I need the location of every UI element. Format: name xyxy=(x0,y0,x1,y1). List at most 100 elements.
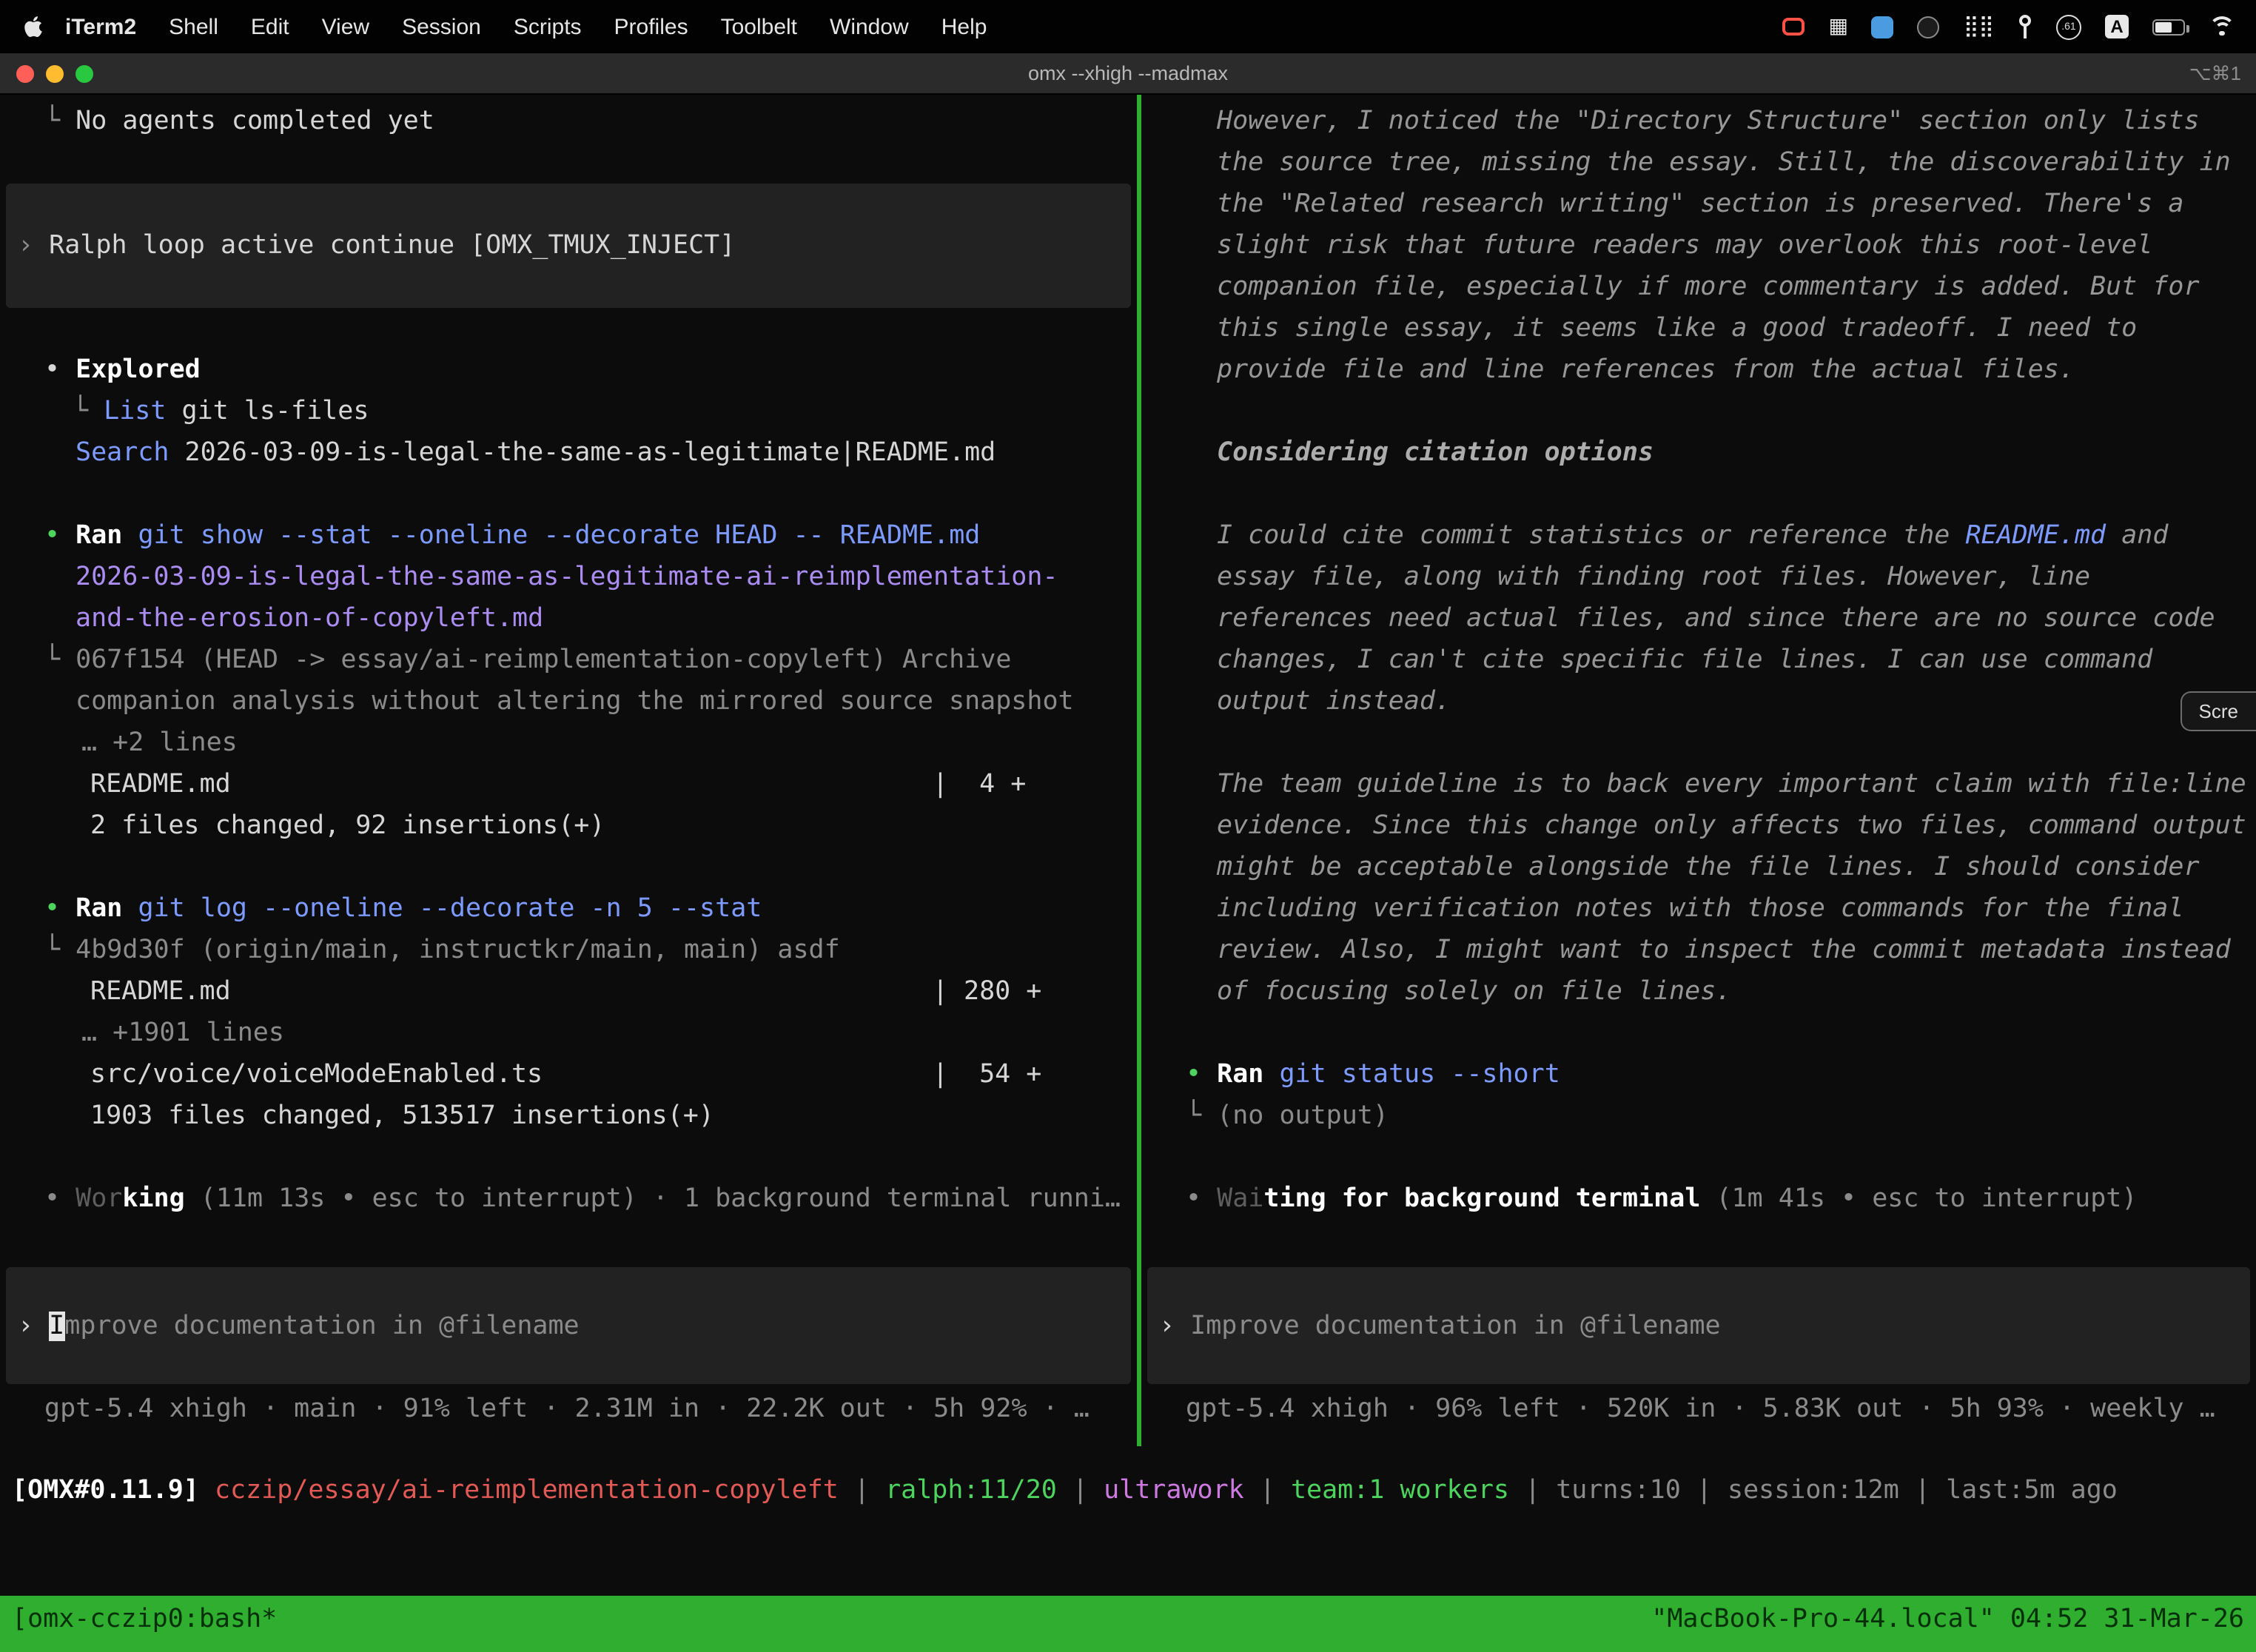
bullet: • xyxy=(44,521,75,551)
terminal: └ No agents completed yet› Ralph loop ac… xyxy=(0,95,2256,1652)
minimize-button[interactable] xyxy=(46,64,64,82)
terminal-line: and-the-erosion-of-copyleft.md xyxy=(0,598,1137,639)
menu-item-scripts[interactable]: Scripts xyxy=(497,14,598,39)
text-segment: evidence. Since this change only affects… xyxy=(1217,811,2246,841)
ran-git-log-header: • Ran git log --oneline --decorate -n 5 … xyxy=(0,888,1137,930)
text-segment: | xyxy=(1057,1476,1104,1505)
text-segment: … +1901 lines xyxy=(81,1018,284,1048)
text-segment: Considering citation options xyxy=(1217,438,1654,468)
wifi-icon[interactable] xyxy=(2209,16,2235,38)
text-segment: mprove documentation in @filename xyxy=(64,1311,579,1340)
ralph-counter: ralph:11/20 xyxy=(885,1476,1057,1505)
menu-item-iterm2[interactable]: iTerm2 xyxy=(49,14,152,39)
text-segment: companion analysis without altering the … xyxy=(75,687,1074,716)
text-segment: (no output) xyxy=(1217,1101,1389,1131)
text-segment: and xyxy=(2106,521,2168,551)
window-title-bar[interactable]: omx --xhigh --madmax ⌥⌘1 xyxy=(0,53,2256,95)
tree-corner-glyph: └ xyxy=(1186,1101,1217,1131)
menu-item-help[interactable]: Help xyxy=(925,14,1004,39)
menu-item-session[interactable]: Session xyxy=(386,14,497,39)
terminal-line: … +1901 lines xyxy=(0,1013,1137,1054)
dark-app-icon[interactable] xyxy=(1918,16,1940,38)
prompt-input-left[interactable]: › Improve documentation in @filename xyxy=(6,1267,1131,1384)
bullet: • xyxy=(1186,1060,1217,1089)
percent-ring-icon[interactable]: .61 xyxy=(2056,14,2081,39)
text-segment: provide file and line references from th… xyxy=(1217,355,2075,385)
prompt-chevron: › xyxy=(18,231,49,261)
working-status-line: • Working (11m 13s • esc to interrupt) ·… xyxy=(0,1178,1137,1220)
text-segment: 1903 files changed, 513517 insertions(+) xyxy=(90,1101,714,1131)
tmux-panes: └ No agents completed yet› Ralph loop ac… xyxy=(0,95,2256,1446)
bullet: • xyxy=(44,894,75,924)
tree-corner-glyph: └ xyxy=(44,645,75,675)
terminal-line: review. Also, I might want to inspect th… xyxy=(1141,930,2256,971)
terminal-line: this single essay, it seems like a good … xyxy=(1141,308,2256,349)
text-segment: changes, I can't cite specific file line… xyxy=(1217,645,2152,675)
bullet: • xyxy=(44,355,75,385)
text-segment: Wai xyxy=(1217,1184,1263,1214)
tmux-session-label: [omx-cczip0:bash* xyxy=(12,1600,277,1639)
tmux-host-clock: "MacBook-Pro-44.local" 04:52 31-Mar-26 xyxy=(1651,1600,2244,1639)
text-segment: review. Also, I might want to inspect th… xyxy=(1217,936,2231,965)
thinking-heading: Considering citation options xyxy=(1141,432,2256,474)
left-pane[interactable]: └ No agents completed yet› Ralph loop ac… xyxy=(0,95,1137,1446)
text-segment: However, I noticed the "Directory Struct… xyxy=(1217,107,2200,136)
text-segment: gpt-5.4 xhigh · main · 91% left · 2.31M … xyxy=(44,1394,1090,1424)
text-segment: the "Related research writing" section i… xyxy=(1217,189,2183,219)
text-segment: | xyxy=(1509,1476,1556,1505)
menu-item-window[interactable]: Window xyxy=(813,14,925,39)
menu-item-view[interactable]: View xyxy=(306,14,386,39)
key-icon[interactable] xyxy=(2018,14,2032,39)
text-segment: List xyxy=(104,397,166,426)
terminal-line: references need actual files, and since … xyxy=(1141,598,2256,639)
menu-item-shell[interactable]: Shell xyxy=(152,14,235,39)
zoom-button[interactable] xyxy=(75,64,93,82)
turns-counter: turns:10 xyxy=(1556,1476,1681,1505)
text-segment: git show --stat --oneline --decorate HEA… xyxy=(138,521,980,551)
text-segment: | xyxy=(1899,1476,1946,1505)
screen-recording-indicator[interactable] xyxy=(1783,18,1805,36)
menu-items: iTerm2ShellEditViewSessionScriptsProfile… xyxy=(49,14,1003,39)
text-segment: Ralph loop active continue [OMX_TMUX_INJ… xyxy=(49,231,735,261)
window-shortcut-badge: ⌥⌘1 xyxy=(2189,61,2241,85)
omx-status-line: [OMX#0.11.9] cczip/essay/ai-reimplementa… xyxy=(0,1470,2256,1511)
text-segment: (11m 13s • esc to interrupt) · 1 backgro… xyxy=(185,1184,1121,1214)
keyboard-grid-icon[interactable]: ▦ xyxy=(1829,13,1848,40)
close-button[interactable] xyxy=(16,64,34,82)
text-segment: Explored xyxy=(75,355,201,385)
terminal-line: Search 2026-03-09-is-legal-the-same-as-l… xyxy=(0,432,1137,474)
text-segment: git ls-files xyxy=(166,397,369,426)
right-pane[interactable]: However, I noticed the "Directory Struct… xyxy=(1141,95,2256,1446)
terminal-line: might be acceptable alongside the file l… xyxy=(1141,847,2256,888)
ralph-loop-banner-text: › Ralph loop active continue [OMX_TMUX_I… xyxy=(6,225,1131,266)
text-segment: README.md | 4 + xyxy=(90,770,1026,799)
text-segment: Wor xyxy=(75,1184,122,1214)
terminal-line: └ 4b9d30f (origin/main, instructkr/main,… xyxy=(0,930,1137,971)
text-segment: king xyxy=(122,1184,184,1214)
menu-item-profiles[interactable]: Profiles xyxy=(598,14,705,39)
session-status-line-right: gpt-5.4 xhigh · 96% left · 520K in · 5.8… xyxy=(1141,1389,2256,1430)
text-segment: the source tree, missing the essay. Stil… xyxy=(1217,148,2231,178)
terminal-line: slight risk that future readers may over… xyxy=(1141,225,2256,266)
text-segment: git status --short xyxy=(1279,1060,1560,1089)
prompt-input-right-text: › Improve documentation in @filename xyxy=(1147,1305,2250,1346)
apple-menu-icon[interactable] xyxy=(24,15,43,38)
menu-item-toolbelt[interactable]: Toolbelt xyxy=(705,14,813,39)
terminal-line: of focusing solely on file lines. xyxy=(1141,971,2256,1013)
text-segment: output instead. xyxy=(1217,687,1451,716)
menu-item-edit[interactable]: Edit xyxy=(235,14,306,39)
terminal-line: README.md | 4 + xyxy=(0,764,1137,805)
text-segment: including verification notes with those … xyxy=(1217,894,2183,924)
input-source-icon[interactable]: A xyxy=(2105,15,2129,38)
blue-app-icon[interactable] xyxy=(1872,16,1894,38)
screenshot-overlay-button[interactable]: Scre xyxy=(2181,691,2256,731)
traffic-lights xyxy=(16,53,93,93)
prompt-input-right[interactable]: › Improve documentation in @filename xyxy=(1147,1267,2250,1384)
terminal-line: └ 067f154 (HEAD -> essay/ai-reimplementa… xyxy=(0,639,1137,681)
dots-grid-icon[interactable]: ⣿⣿ xyxy=(1964,13,1994,40)
menu-bar: iTerm2ShellEditViewSessionScriptsProfile… xyxy=(0,0,2256,53)
terminal-line: I could cite commit statistics or refere… xyxy=(1141,515,2256,557)
bullet: • xyxy=(44,1184,75,1214)
terminal-line: the "Related research writing" section i… xyxy=(1141,184,2256,225)
battery-icon[interactable] xyxy=(2152,19,2185,35)
